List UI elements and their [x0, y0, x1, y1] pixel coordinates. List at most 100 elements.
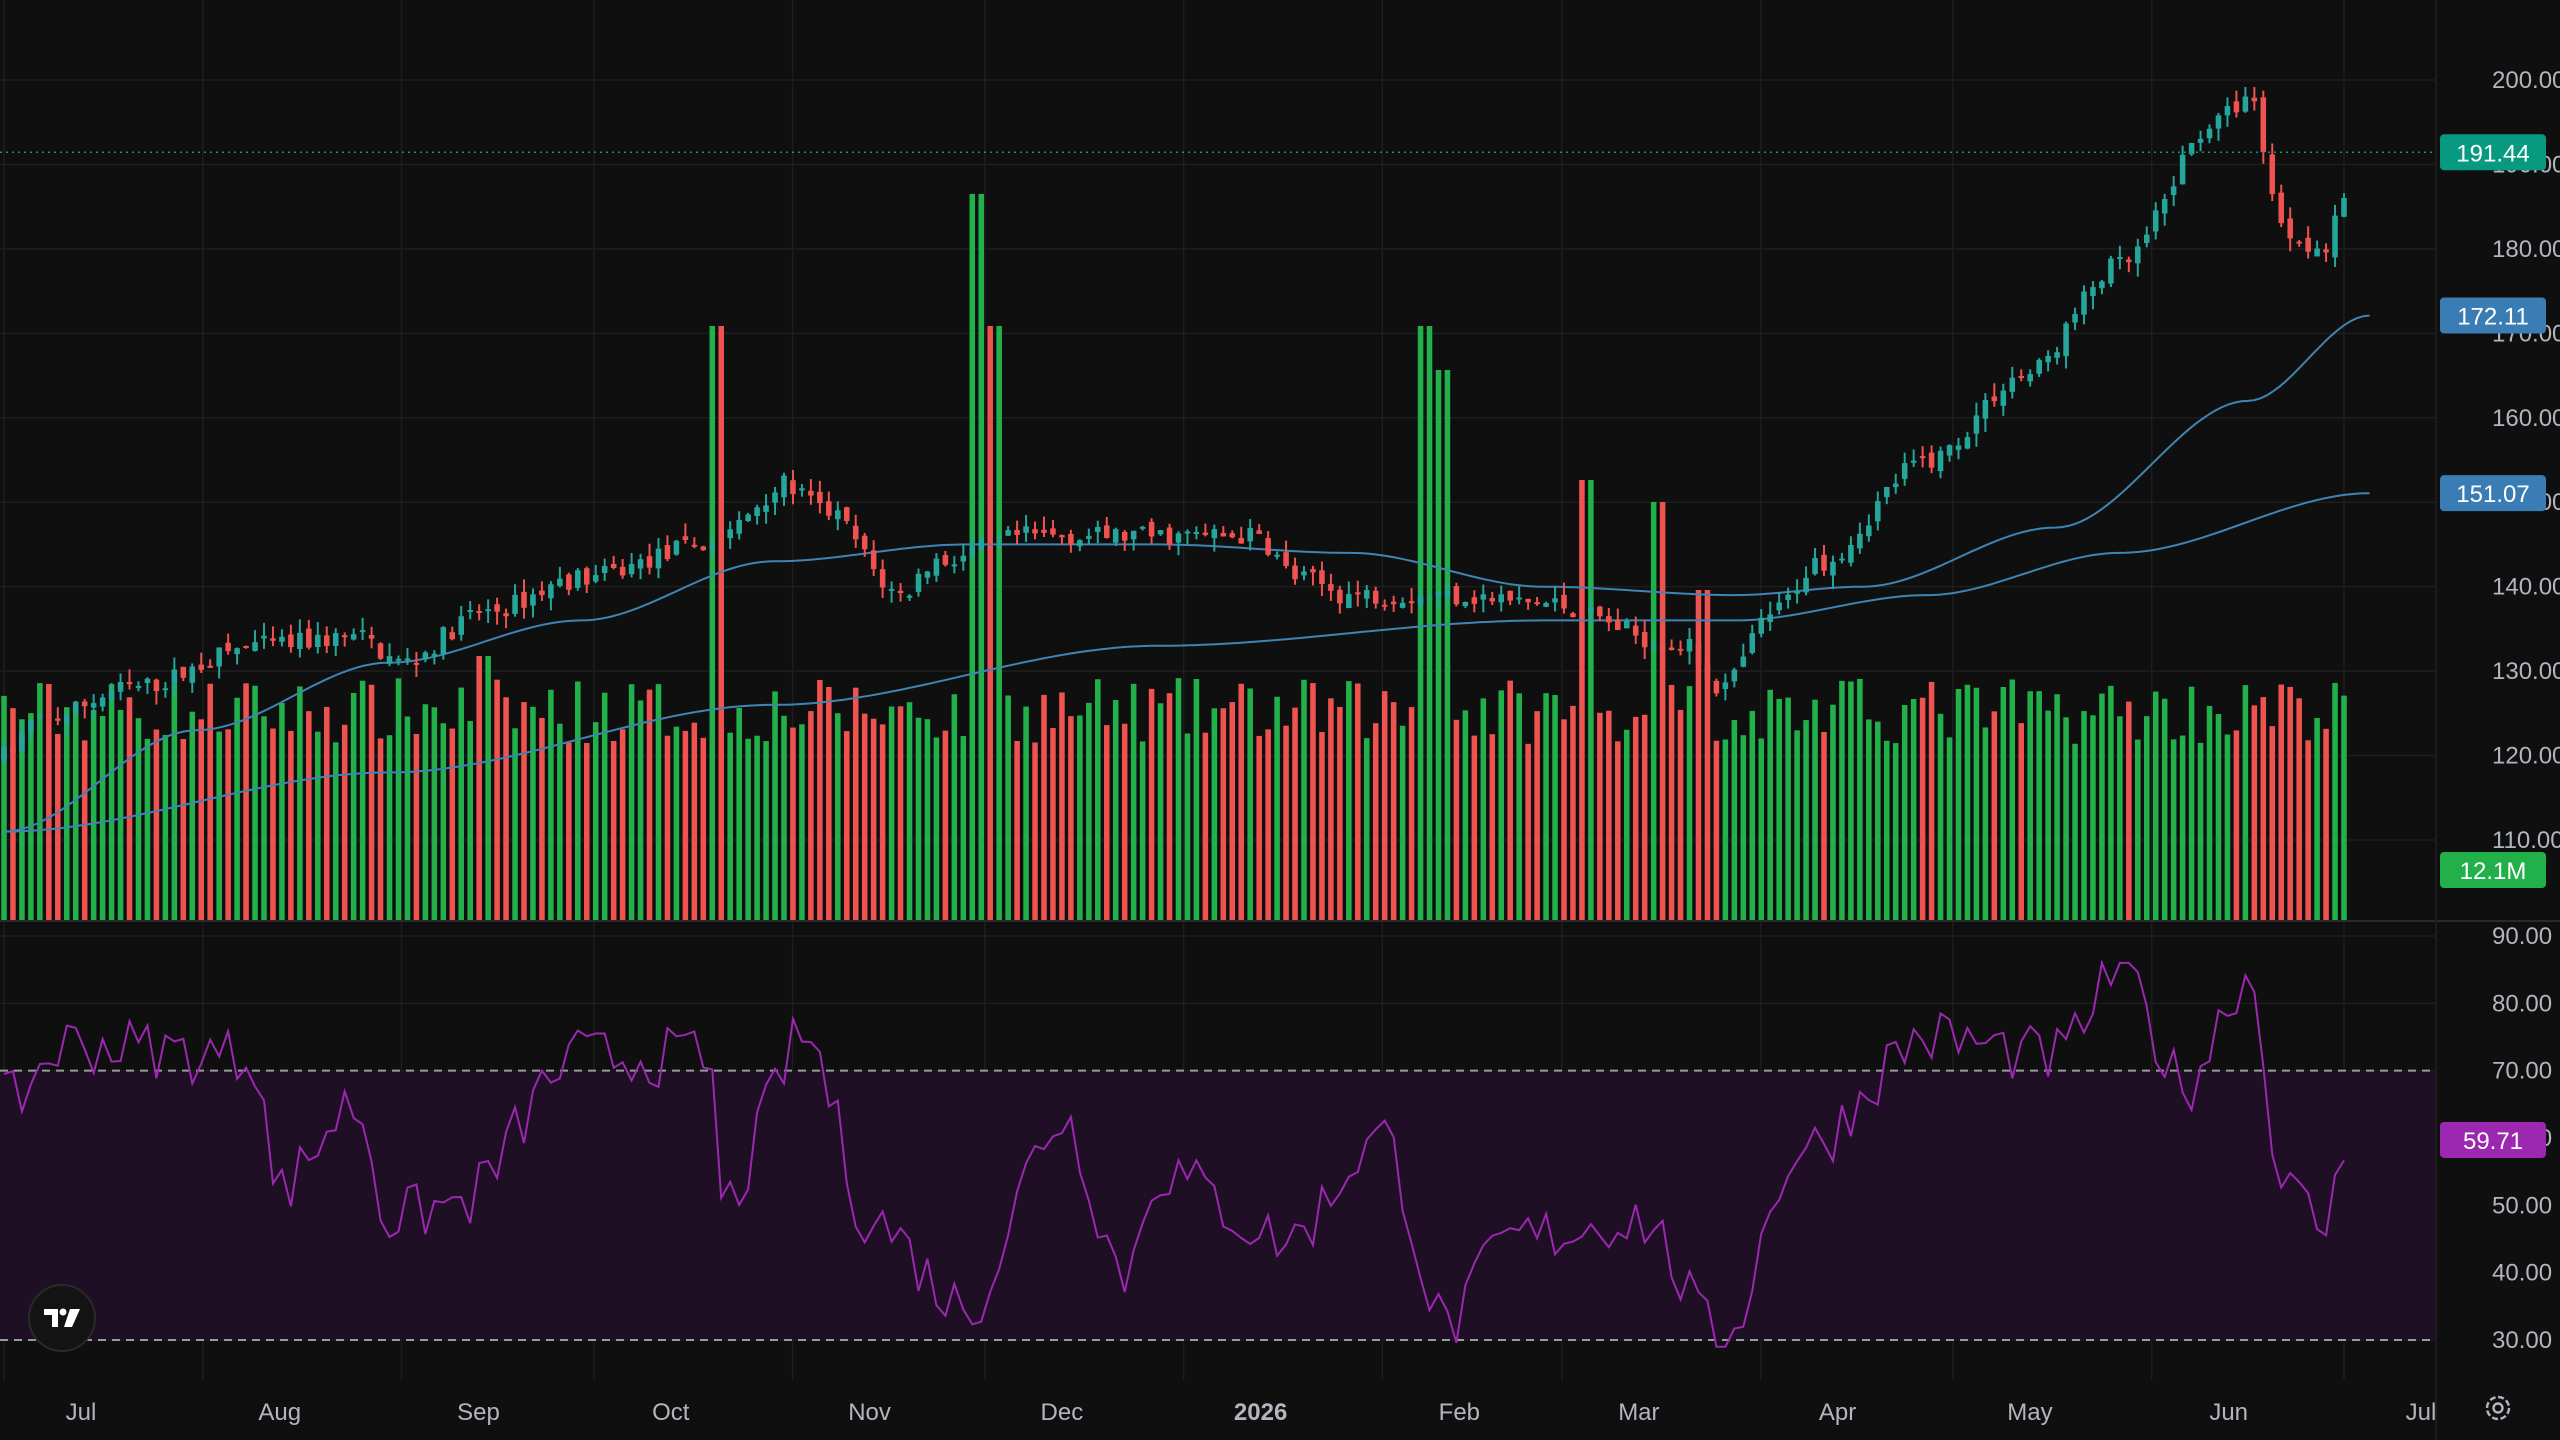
volume-bar — [1211, 708, 1218, 920]
candle-body — [449, 632, 456, 640]
candle-body — [90, 703, 97, 708]
volume-bar — [494, 679, 500, 920]
volume-bar — [1776, 698, 1782, 920]
candle-body — [1776, 602, 1782, 611]
volume-bar — [1202, 732, 1209, 920]
candle-body — [673, 540, 680, 555]
candle-body — [234, 648, 240, 655]
candle-body — [99, 697, 106, 707]
candle-body — [1650, 646, 1657, 649]
candle-body — [19, 732, 25, 751]
candle-body — [2179, 154, 2186, 185]
candle-body — [1265, 538, 1271, 555]
candle-body — [1498, 594, 1505, 603]
candle-body — [610, 563, 617, 569]
volume-bar — [1444, 370, 1451, 920]
volume-bar — [1256, 735, 1262, 920]
candle-body — [1283, 552, 1289, 567]
candle-body — [646, 556, 653, 568]
volume-bar — [1910, 698, 1917, 920]
candle-body — [870, 550, 877, 570]
volume-bar — [897, 706, 904, 920]
time-tick-label: May — [2007, 1399, 2052, 1426]
candle-body — [467, 610, 473, 613]
candle-body — [1103, 525, 1110, 538]
volume-bar — [933, 737, 940, 920]
candle-body — [1112, 529, 1119, 543]
gear-icon[interactable] — [2482, 1392, 2514, 1424]
volume-bar — [1848, 681, 1854, 920]
time-tick-label: Aug — [258, 1399, 301, 1426]
candle-body — [1875, 501, 1881, 522]
volume-bar — [2081, 711, 2087, 920]
volume-bar — [1650, 502, 1657, 920]
candle-body — [1032, 529, 1038, 534]
volume-bar — [1498, 690, 1505, 920]
candle-body — [879, 569, 886, 588]
volume-bar — [171, 684, 178, 920]
candle-body — [126, 681, 133, 685]
volume-bar — [1632, 716, 1639, 920]
volume-bar — [1579, 480, 1585, 920]
tradingview-logo-icon — [44, 1308, 80, 1327]
candle-body — [1426, 597, 1433, 600]
volume-bar — [2269, 726, 2276, 920]
volume-bar — [1928, 681, 1935, 920]
volume-bar — [987, 326, 993, 920]
price-tick-label: 160.00 — [2492, 405, 2560, 432]
volume-bar — [700, 737, 707, 920]
candle-body — [270, 638, 276, 641]
volume-bar — [1408, 707, 1415, 920]
candle-body — [332, 633, 339, 646]
candle-body — [1005, 530, 1011, 536]
volume-bar — [1606, 710, 1612, 920]
volume-bar — [817, 679, 823, 920]
chart-canvas[interactable]: 200.00190.00180.00170.00160.00150.00140.… — [0, 0, 2560, 1440]
candle-body — [1883, 486, 1890, 498]
volume-bar — [2126, 701, 2132, 920]
candle-body — [1157, 530, 1164, 535]
time-tick-label: Feb — [1439, 1399, 1480, 1426]
volume-bar — [2278, 684, 2285, 920]
candle-body — [1346, 594, 1352, 609]
tradingview-logo[interactable] — [28, 1284, 96, 1352]
candle-body — [46, 713, 52, 718]
volume-bar — [1758, 738, 1765, 920]
candle-body — [1794, 591, 1800, 594]
candle-body — [1, 747, 7, 761]
time-tick-label: Jun — [2209, 1399, 2248, 1426]
candle-body — [664, 545, 671, 560]
rsi-badge: 59.71 — [2463, 1128, 2523, 1155]
time-tick-label: Jul — [2406, 1399, 2437, 1426]
volume-bar — [772, 691, 778, 920]
volume-bar — [252, 685, 258, 920]
candle-body — [906, 595, 913, 598]
volume-bar — [234, 697, 240, 920]
candle-body — [1552, 598, 1558, 603]
candle-body — [987, 535, 993, 538]
candle-body — [1453, 586, 1460, 605]
volume-bar — [2099, 693, 2105, 920]
volume-bar — [2018, 723, 2025, 920]
volume-bar — [2054, 694, 2060, 920]
volume-bar — [2152, 691, 2159, 920]
volume-bar — [1740, 735, 1747, 920]
candle-body — [144, 678, 151, 683]
candle-body — [1722, 682, 1729, 690]
volume-bar — [2009, 679, 2016, 920]
candle-body — [431, 653, 438, 656]
volume-bar — [628, 684, 635, 920]
volume-bar — [1023, 706, 1029, 920]
volume-bar — [1830, 704, 1836, 920]
candle-body — [1363, 589, 1370, 599]
candle-body — [1579, 615, 1585, 618]
volume-bar — [1220, 708, 1227, 920]
candle-body — [727, 529, 733, 539]
volume-bar — [718, 326, 725, 920]
candle-body — [1319, 570, 1325, 584]
volume-bar — [870, 718, 877, 920]
volume-bar — [332, 742, 339, 920]
volume-bar — [1803, 720, 1809, 920]
volume-bar — [1077, 715, 1083, 920]
volume-bar — [2260, 697, 2267, 920]
